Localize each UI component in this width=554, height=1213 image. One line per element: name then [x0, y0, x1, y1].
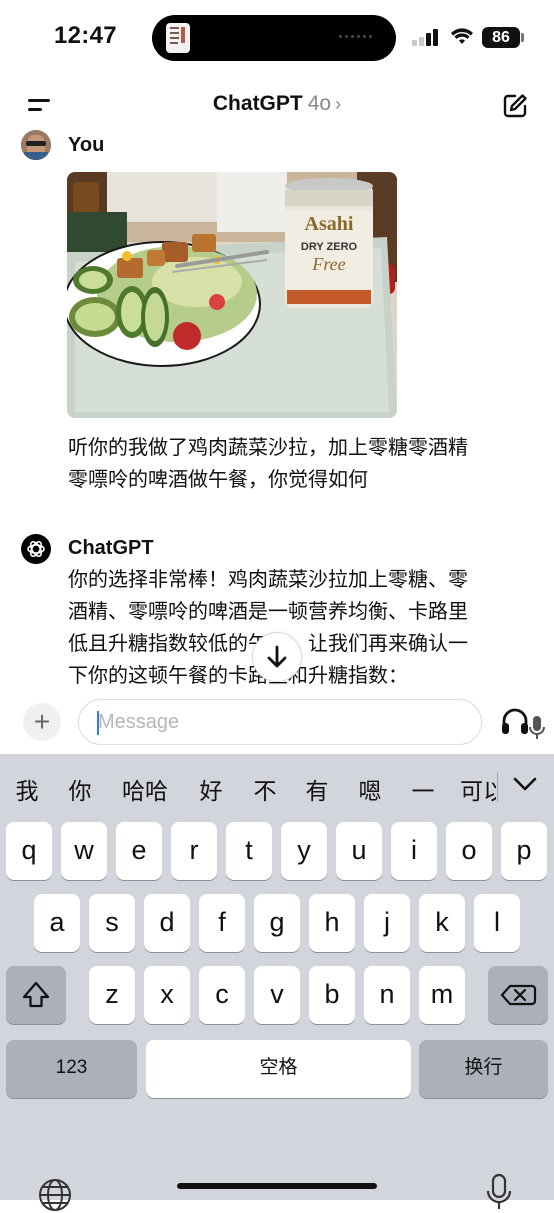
assistant-message-text: 你的选择非常棒！鸡肉蔬菜沙拉加上零糖、零 酒精、零嘌呤的啤酒是一顿营养均衡、卡路… [68, 564, 538, 692]
message-input[interactable]: Message [78, 699, 545, 745]
new-chat-icon[interactable] [501, 92, 529, 120]
key-t[interactable]: t [226, 822, 272, 880]
battery-indicator: 86 [482, 27, 520, 48]
key-z[interactable]: z [89, 966, 135, 1024]
assistant-message-line: 你的选择非常棒！鸡肉蔬菜沙拉加上零糖、零 [68, 569, 468, 591]
model-selector[interactable]: ChatGPT 4o › [0, 92, 554, 116]
wifi-icon [451, 28, 473, 44]
candidate-word[interactable]: 我 [12, 772, 42, 806]
assistant-message-line: 酒精、零嘌呤的啤酒是一顿营养均衡、卡路里 [68, 601, 468, 623]
can-brand-text: Asahi [305, 213, 354, 235]
backspace-icon [500, 984, 537, 1006]
key-c[interactable]: c [199, 966, 245, 1024]
composer: + Message [0, 694, 554, 752]
meal-photo[interactable]: Asahi DRY ZERO Free [67, 172, 397, 418]
key-s[interactable]: s [89, 894, 135, 952]
dynamic-island [152, 15, 396, 61]
candidate-word[interactable]: 好 [196, 772, 226, 806]
chatgpt-logo-icon [21, 534, 51, 564]
message-placeholder: Message [98, 711, 180, 733]
home-indicator[interactable] [177, 1183, 377, 1189]
now-playing-thumbnail-icon [166, 23, 190, 53]
globe-icon[interactable] [37, 1177, 73, 1213]
assistant-name: ChatGPT [68, 537, 154, 559]
key-x[interactable]: x [144, 966, 190, 1024]
candidate-word[interactable]: 不 [250, 772, 280, 806]
candidate-word[interactable]: 你 [65, 772, 95, 806]
user-avatar [21, 130, 51, 160]
delete-key[interactable] [488, 966, 548, 1024]
candidate-word[interactable]: 一 [408, 772, 438, 806]
island-activity-dots [339, 35, 372, 38]
svg-text:Free: Free [311, 254, 345, 274]
key-m[interactable]: m [419, 966, 465, 1024]
meal-photo-image: Asahi DRY ZERO Free [67, 172, 397, 418]
key-u[interactable]: u [336, 822, 382, 880]
key-d[interactable]: d [144, 894, 190, 952]
candidate-word[interactable]: 可以 [460, 772, 496, 806]
shift-key[interactable] [6, 966, 66, 1024]
assistant-message-line: 下你的这顿午餐的卡路里和升糖指数： [68, 665, 408, 687]
chevron-down-icon[interactable] [510, 772, 540, 796]
key-i[interactable]: i [391, 822, 437, 880]
candidate-word[interactable]: 有 [302, 772, 332, 806]
key-o[interactable]: o [446, 822, 492, 880]
key-h[interactable]: h [309, 894, 355, 952]
key-e[interactable]: e [116, 822, 162, 880]
arrow-down-icon [267, 645, 287, 668]
key-a[interactable]: a [34, 894, 80, 952]
key-p[interactable]: p [501, 822, 547, 880]
candidate-bar: 我 你 哈哈 好 不 有 嗯 一 可以 [0, 754, 554, 822]
key-r[interactable]: r [171, 822, 217, 880]
scroll-to-bottom-button[interactable] [252, 632, 302, 682]
key-n[interactable]: n [364, 966, 410, 1024]
key-v[interactable]: v [254, 966, 300, 1024]
space-key[interactable]: 空格 [146, 1040, 411, 1098]
key-f[interactable]: f [199, 894, 245, 952]
chat-header: ChatGPT 4o › [0, 80, 554, 130]
return-key[interactable]: 换行 [419, 1040, 548, 1098]
candidate-word[interactable]: 嗯 [355, 772, 385, 806]
key-j[interactable]: j [364, 894, 410, 952]
candidate-divider [497, 772, 498, 802]
key-g[interactable]: g [254, 894, 300, 952]
dictation-microphone-icon[interactable] [484, 1172, 514, 1212]
user-name: You [68, 134, 105, 156]
attach-plus-button[interactable]: + [23, 703, 61, 741]
voice-mode-headphones-icon[interactable] [499, 706, 531, 738]
app-title: ChatGPT [212, 92, 303, 115]
status-time: 12:47 [54, 22, 117, 49]
key-y[interactable]: y [281, 822, 327, 880]
model-name: 4o [307, 92, 332, 115]
keyboard: 我 你 哈哈 好 不 有 嗯 一 可以 q w e r t y u i o p … [0, 754, 554, 1211]
chevron-right-icon: › [335, 94, 342, 114]
status-bar: 12:47 86 [0, 0, 554, 76]
user-message-text: 听你的我做了鸡肉蔬菜沙拉，加上零糖零酒精 零嘌呤的啤酒做午餐，你觉得如何 [68, 432, 538, 496]
shift-arrow-icon [22, 981, 50, 1008]
cellular-signal-icon [412, 28, 442, 46]
key-k[interactable]: k [419, 894, 465, 952]
key-q[interactable]: q [6, 822, 52, 880]
svg-text:DRY ZERO: DRY ZERO [301, 241, 358, 253]
key-w[interactable]: w [61, 822, 107, 880]
numbers-key[interactable]: 123 [6, 1040, 137, 1098]
assistant-message-line: 低且升糖指数较低的午餐。让我们再来确认一 [68, 628, 538, 660]
candidate-word[interactable]: 哈哈 [116, 772, 174, 806]
key-l[interactable]: l [474, 894, 520, 952]
battery-cap [521, 33, 524, 42]
user-message-line: 零嘌呤的啤酒做午餐，你觉得如何 [68, 469, 368, 491]
user-message-line: 听你的我做了鸡肉蔬菜沙拉，加上零糖零酒精 [68, 437, 468, 459]
key-b[interactable]: b [309, 966, 355, 1024]
